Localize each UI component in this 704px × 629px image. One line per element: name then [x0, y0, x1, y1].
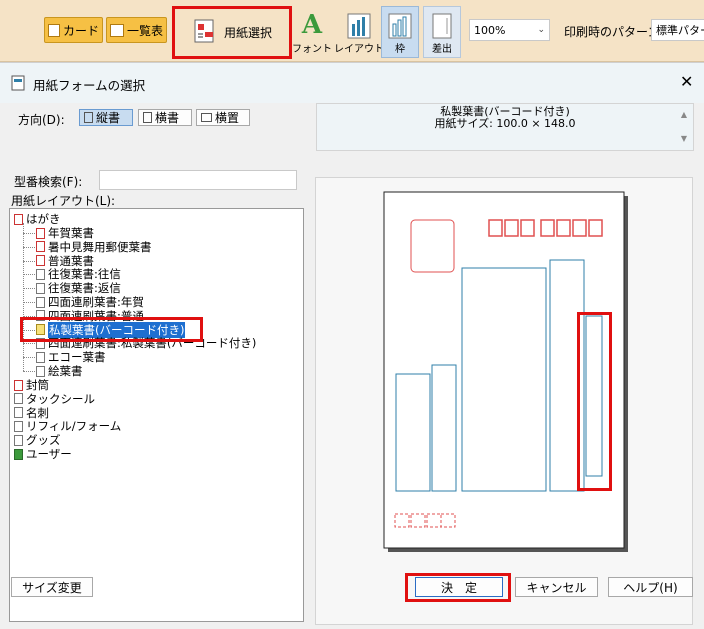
user-chart-icon: [14, 448, 23, 460]
tree-node-label: ユーザー: [26, 447, 72, 461]
direction-yokooki[interactable]: 横置: [196, 109, 250, 126]
document-icon: [36, 310, 45, 322]
card-button[interactable]: カード: [44, 17, 103, 43]
layout-icon: [347, 13, 371, 38]
tree-line: [23, 274, 35, 276]
tree-line: [23, 371, 35, 372]
toolbar: カード 一覧表 用紙選択 A フォント レイアウト 枠 差出 100% ⌄ 印刷…: [0, 0, 704, 62]
list-icon: [110, 23, 124, 37]
frame-icon: [388, 13, 412, 38]
ok-button-label: 決 定: [440, 580, 477, 595]
layout-list-label: 用紙レイアウト(L):: [11, 194, 116, 208]
layout-label: レイアウト: [334, 43, 384, 55]
scroll-down-icon[interactable]: ▼: [681, 133, 687, 145]
horizontal-text-icon: [143, 112, 152, 123]
paper-info-box: 私製葉書(バーコード付き) 用紙サイズ: 100.0 × 148.0 ▲ ▼: [316, 103, 694, 151]
resize-button-label: サイズ変更: [22, 580, 82, 595]
paper-select-button[interactable]: 用紙選択: [176, 8, 288, 56]
tree-line: [23, 302, 35, 303]
tree-line: [23, 260, 35, 262]
tree-node-label: 絵葉書: [48, 364, 83, 378]
landscape-icon: [201, 113, 212, 122]
font-label: フォント: [292, 43, 332, 55]
paper-form-dialog: 用紙フォームの選択 ✕ 方向(D): 縦書 横書 横置 私製葉書(バーコード付き…: [0, 62, 704, 625]
tree-line: [23, 357, 35, 359]
card-button-label: カード: [62, 23, 99, 38]
tree-line: [23, 233, 35, 234]
document-icon: [36, 324, 45, 336]
direction-label: 方向(D):: [18, 113, 65, 127]
direction-yokogaki-label: 横書: [155, 111, 180, 125]
frame-label: 枠: [395, 43, 405, 55]
postcard-preview: [383, 191, 628, 552]
tree-line: [23, 223, 24, 371]
tree-node-hagaki-child[interactable]: 絵葉書: [36, 364, 83, 378]
scroll-up-icon[interactable]: ▲: [681, 109, 687, 121]
paper-layout-tree[interactable]: はがき 年賀葉書 暑中見舞用郵便葉書 普通葉書 往復葉書:往信 往復葉書:返信 四面連刷葉…: [9, 208, 304, 622]
layout-button[interactable]: レイアウト: [334, 6, 384, 58]
font-icon: A: [301, 9, 323, 40]
direction-yokogaki[interactable]: 横書: [138, 109, 192, 126]
list-button[interactable]: 一覧表: [106, 17, 167, 43]
zoom-select[interactable]: 100% ⌄: [469, 19, 550, 41]
insert-label: 差出: [432, 43, 452, 55]
resize-button[interactable]: サイズ変更: [11, 577, 93, 597]
insert-button[interactable]: 差出: [423, 6, 461, 58]
document-icon: [36, 351, 45, 363]
direction-yokooki-label: 横置: [215, 111, 240, 125]
document-icon: [36, 268, 45, 280]
document-icon: [36, 296, 45, 308]
print-pattern-label: 印刷時のパターン: [564, 25, 660, 39]
frame-button[interactable]: 枠: [381, 6, 419, 58]
tree-line: [23, 315, 35, 317]
paper-info-size: 用紙サイズ: 100.0 × 148.0: [434, 117, 576, 130]
direction-tategaki[interactable]: 縦書: [79, 109, 133, 126]
vertical-text-icon: [84, 112, 93, 123]
help-button[interactable]: ヘルプ(H): [608, 577, 693, 597]
document-icon: [36, 282, 45, 294]
print-pattern-select[interactable]: 標準パター: [651, 19, 704, 41]
paper-select-label: 用紙選択: [223, 25, 272, 40]
tree-node-category[interactable]: ユーザー: [14, 447, 72, 461]
zoom-value: 100%: [474, 23, 506, 37]
tree-line: [23, 246, 35, 248]
cancel-button[interactable]: キャンセル: [515, 577, 598, 597]
document-icon: [36, 255, 45, 267]
close-icon[interactable]: ✕: [680, 72, 693, 91]
tree-line: [23, 288, 35, 290]
refill-form-icon: [14, 420, 23, 432]
tree-line: [23, 329, 35, 331]
chevron-down-icon: ⌄: [537, 25, 545, 35]
help-button-label: ヘルプ(H): [623, 580, 678, 595]
dialog-titlebar: 用紙フォームの選択 ✕: [0, 63, 704, 103]
search-input[interactable]: [99, 170, 297, 190]
tree-node-hagaki[interactable]: はがき: [14, 212, 61, 226]
envelope-icon: [14, 379, 23, 391]
cancel-button-label: キャンセル: [526, 580, 587, 595]
label-sheet-icon: [14, 393, 23, 405]
postcard-icon: [14, 213, 23, 225]
goods-icon: [14, 434, 23, 446]
direction-tategaki-label: 縦書: [96, 111, 121, 125]
preview-area: [315, 177, 693, 625]
dialog-app-icon: [11, 75, 25, 91]
document-icon: [36, 241, 45, 253]
business-card-icon: [14, 407, 23, 419]
card-icon: [48, 23, 60, 37]
document-icon: [36, 227, 45, 239]
paper-select-icon: [194, 19, 214, 43]
list-button-label: 一覧表: [126, 23, 163, 38]
dialog-title: 用紙フォームの選択: [33, 78, 146, 93]
print-pattern-value: 標準パター: [656, 24, 704, 37]
ok-button[interactable]: 決 定: [415, 577, 503, 597]
document-icon: [36, 337, 45, 349]
document-icon: [36, 365, 45, 377]
sender-icon: [432, 13, 452, 38]
font-button[interactable]: A フォント: [292, 6, 332, 58]
tree-line: [23, 343, 35, 345]
search-label: 型番検索(F):: [14, 175, 83, 189]
